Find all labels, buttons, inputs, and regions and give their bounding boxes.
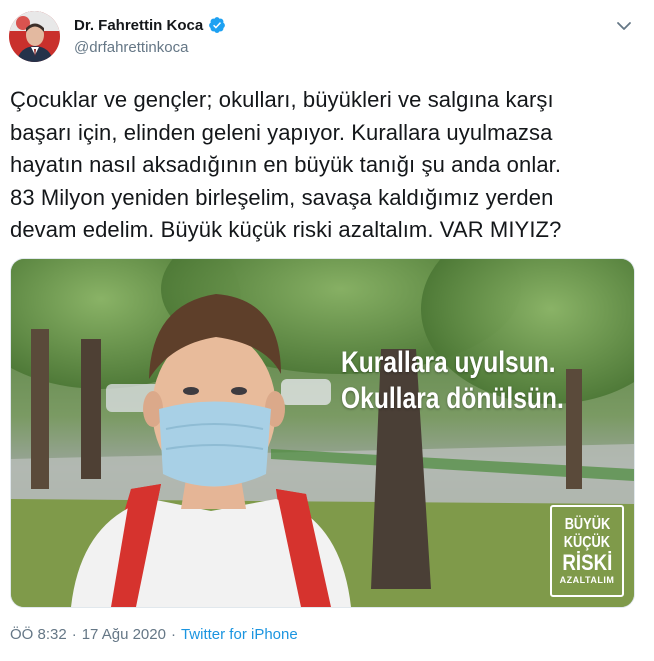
media-photo	[11, 259, 634, 607]
tweet-source-link[interactable]: Twitter for iPhone	[181, 626, 298, 643]
badge-line-3: RİSKİ	[562, 550, 612, 575]
verified-badge-icon	[208, 16, 226, 34]
author-name-row: Dr. Fahrettin Koca	[74, 16, 226, 34]
tweet-media[interactable]: Kurallara uyulsun. Okullara dönülsün. BÜ…	[10, 258, 635, 608]
meta-separator: ·	[71, 626, 77, 643]
tweet-text: Çocuklar ve gençler; okulları, büyükleri…	[10, 87, 562, 242]
tweet-meta: ÖÖ 8:32 · 17 Ağu 2020 · Twitter for iPho…	[10, 626, 298, 643]
campaign-badge: BÜYÜK KÜÇÜK RİSKİ AZALTALIM	[550, 505, 624, 597]
author-handle[interactable]: @drfahrettinkoca	[74, 39, 188, 56]
avatar[interactable]	[9, 11, 60, 62]
tweet-time[interactable]: ÖÖ 8:32	[10, 626, 67, 643]
tweet-card: Dr. Fahrettin Koca @drfahrettinkoca Çocu…	[0, 0, 654, 661]
avatar-image	[9, 11, 60, 62]
badge-line-4: AZALTALIM	[559, 575, 615, 585]
author-name[interactable]: Dr. Fahrettin Koca	[74, 17, 203, 34]
tweet-date[interactable]: 17 Ağu 2020	[82, 626, 166, 643]
badge-line-1: BÜYÜK	[564, 516, 610, 533]
media-overlay-text: Kurallara uyulsun. Okullara dönülsün.	[341, 346, 564, 415]
chevron-down-icon[interactable]	[614, 16, 634, 36]
meta-separator: ·	[170, 626, 176, 643]
